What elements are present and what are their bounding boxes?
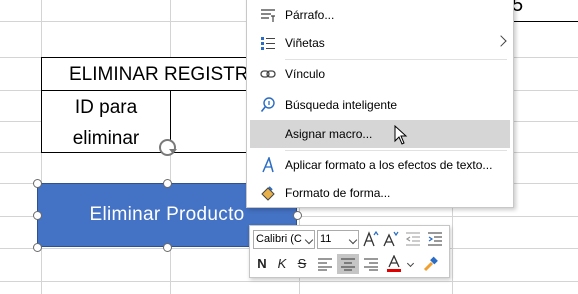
decrease-indent-button[interactable] <box>404 229 422 249</box>
align-center-button[interactable] <box>337 254 359 274</box>
menu-item-label: Párrafo... <box>285 8 335 22</box>
decrease-indent-icon <box>405 232 420 246</box>
resize-handle[interactable] <box>33 211 42 220</box>
menu-item-format-shape[interactable]: Formato de forma... <box>247 179 513 207</box>
shrink-font-icon <box>383 231 399 247</box>
align-right-icon <box>364 258 378 271</box>
rotate-handle-icon[interactable] <box>159 139 177 156</box>
strikethrough-button[interactable]: S <box>293 254 311 274</box>
menu-item-assign-macro[interactable]: Asignar macro... <box>250 120 510 148</box>
title-cell[interactable]: ELIMINAR REGISTR <box>41 57 256 91</box>
context-menu: Párrafo... Viñetas Vínculo Búsqueda inte… <box>246 0 514 208</box>
increase-indent-icon <box>428 232 442 246</box>
align-left-icon <box>318 258 332 271</box>
bold-button[interactable]: N <box>253 254 271 274</box>
resize-handle[interactable] <box>163 179 172 188</box>
smart-lookup-icon <box>260 97 275 112</box>
chevron-right-icon <box>495 35 507 47</box>
menu-item-text-effects[interactable]: Aplicar formato a los efectos de texto..… <box>247 151 513 179</box>
menu-item-label: Formato de forma... <box>285 186 391 200</box>
chevron-down-icon <box>406 259 414 268</box>
grid-row-line <box>0 281 578 282</box>
font-name-value: Calibri (C <box>256 233 302 245</box>
shrink-font-button[interactable] <box>382 229 400 249</box>
chevron-down-icon <box>304 235 314 245</box>
text-effects-icon <box>262 157 274 173</box>
menu-item-paragraph[interactable]: Párrafo... <box>247 1 513 29</box>
menu-item-label: Aplicar formato a los efectos de texto..… <box>285 158 493 172</box>
format-shape-icon <box>261 186 275 201</box>
menu-item-label: Viñetas <box>285 36 325 50</box>
font-color-icon <box>387 254 401 272</box>
font-color-button[interactable] <box>383 254 405 274</box>
id-label-text: ID para eliminar <box>72 97 140 149</box>
resize-handle[interactable] <box>33 179 42 188</box>
menu-item-link[interactable]: Vínculo <box>247 60 513 88</box>
menu-item-label: Asignar macro... <box>285 127 373 141</box>
resize-handle[interactable] <box>163 243 172 252</box>
format-painter-button[interactable] <box>420 254 442 274</box>
grow-font-button[interactable] <box>362 229 380 249</box>
mini-toolbar: Calibri (C 11 N K S <box>249 225 450 278</box>
bullets-icon <box>261 37 275 50</box>
link-icon <box>260 70 276 78</box>
font-name-select[interactable]: Calibri (C <box>253 230 315 249</box>
align-left-button[interactable] <box>315 254 335 274</box>
align-right-button[interactable] <box>361 254 381 274</box>
resize-handle[interactable] <box>33 243 42 252</box>
menu-item-smart-lookup[interactable]: Búsqueda inteligente <box>247 91 513 119</box>
resize-handle[interactable] <box>293 211 302 220</box>
align-center-icon <box>341 258 355 271</box>
menu-item-label: Búsqueda inteligente <box>285 98 398 112</box>
increase-indent-button[interactable] <box>426 229 444 249</box>
font-color-dropdown[interactable] <box>405 254 415 274</box>
mouse-cursor-icon <box>394 125 408 145</box>
font-size-value: 11 <box>320 233 332 245</box>
chevron-down-icon <box>348 235 358 245</box>
menu-item-bullets[interactable]: Viñetas <box>247 29 513 57</box>
format-painter-icon <box>423 256 438 272</box>
paragraph-icon <box>261 9 275 22</box>
menu-item-label: Vínculo <box>285 67 326 81</box>
font-size-select[interactable]: 11 <box>317 230 359 249</box>
id-input-cell[interactable] <box>170 90 256 153</box>
grow-font-icon <box>363 230 379 247</box>
id-label-cell[interactable]: ID para eliminar <box>41 90 171 153</box>
italic-button[interactable]: K <box>273 254 291 274</box>
